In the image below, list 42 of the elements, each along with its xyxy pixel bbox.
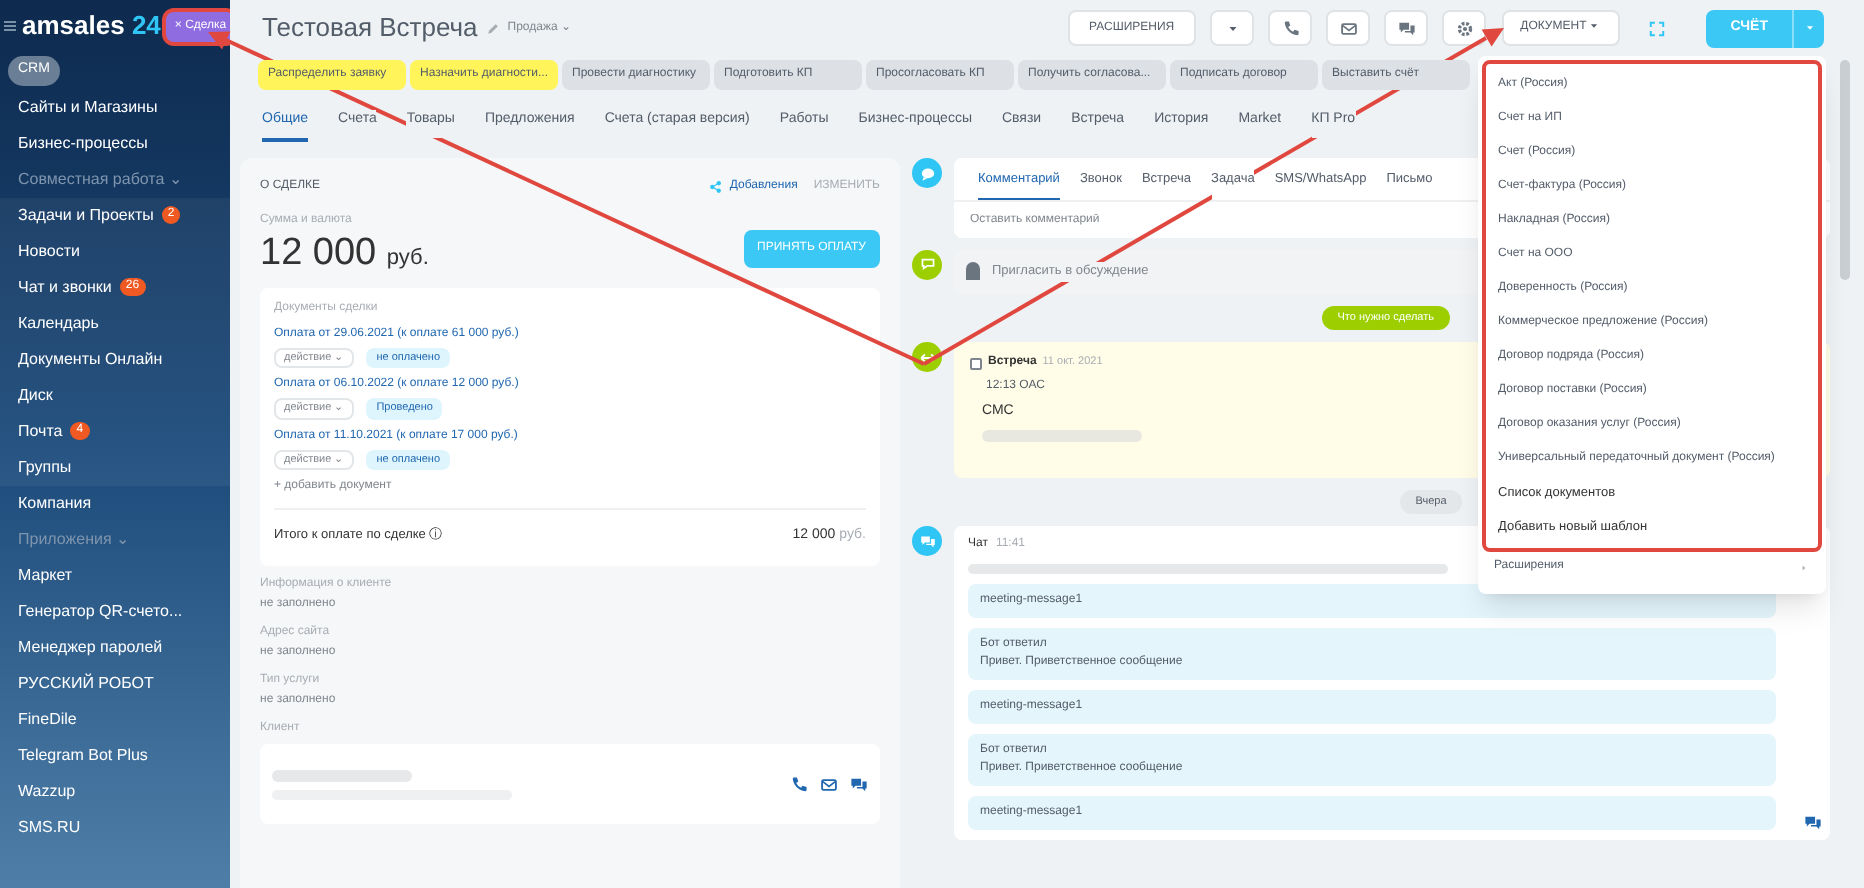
sidebar-item[interactable]: Группы [0, 449, 230, 485]
settings-icon [1455, 19, 1474, 37]
chat-button[interactable] [1384, 10, 1429, 46]
phone-button[interactable] [1268, 10, 1313, 46]
sidebar-section[interactable]: Совместная работа ⌄ [0, 161, 230, 197]
sidebar-item[interactable]: Документы Онлайн [0, 341, 230, 377]
phone-icon [1281, 19, 1300, 37]
sidebar-item[interactable]: SMS.RU [0, 809, 230, 845]
deal-title: Тестовая Встреча [262, 10, 478, 47]
chat-icon[interactable] [1804, 814, 1822, 833]
chat-icon [1397, 19, 1416, 37]
envelope-icon[interactable] [820, 775, 838, 794]
blurred-name [272, 769, 412, 782]
sidebar-item[interactable]: Telegram Bot Plus [0, 737, 230, 773]
sidebar-item[interactable]: Бизнес-процессы [0, 125, 230, 161]
sidebar-item[interactable]: Диск [0, 377, 230, 413]
settings-button[interactable] [1442, 10, 1487, 46]
sidebar-item[interactable]: Маркет [0, 557, 230, 593]
expand-icon [1647, 19, 1666, 37]
amount: 12 000 руб. [260, 232, 429, 278]
sidebar-item[interactable]: Календарь [0, 305, 230, 341]
chat-icon[interactable] [850, 775, 868, 794]
sidebar-item[interactable]: Новости [0, 233, 230, 269]
envelope-icon [1339, 19, 1358, 37]
sidebar-item[interactable]: Генератор QR-счето... [0, 593, 230, 629]
timeline-icon [912, 158, 942, 188]
sidebar-item[interactable]: Компания [0, 485, 230, 521]
timeline-icon [912, 249, 942, 280]
chevron-icon [1798, 561, 1810, 573]
menu-icon[interactable] [4, 20, 16, 32]
timeline-icon [912, 526, 942, 557]
envelope-button[interactable] [1326, 10, 1371, 46]
logo[interactable]: amsales 24 [22, 6, 161, 46]
sidebar-item[interactable]: Менеджер паролей [0, 629, 230, 665]
avatar-icon [966, 262, 980, 281]
phone-icon[interactable] [790, 775, 808, 794]
sidebar-item[interactable]: РУССКИЙ РОБОТ [0, 665, 230, 701]
sidebar-item[interactable]: Wazzup [0, 773, 230, 809]
scrollbar[interactable] [1840, 60, 1850, 280]
checkbox[interactable] [970, 357, 982, 369]
sidebar-item[interactable]: Сайты и Магазины [0, 89, 230, 125]
sidebar-item[interactable]: FineDile [0, 701, 230, 737]
